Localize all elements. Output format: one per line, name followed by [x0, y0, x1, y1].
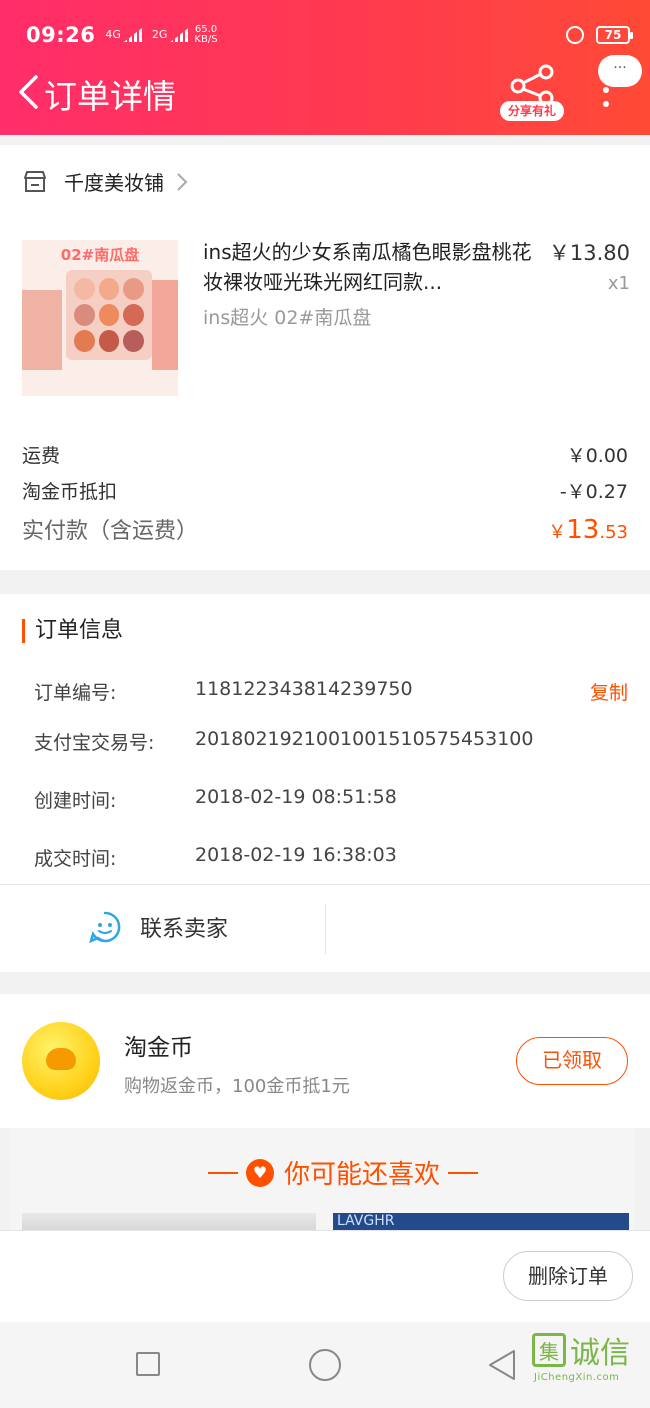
- shop-name: 千度美妆铺: [64, 171, 164, 195]
- divider: [0, 884, 650, 885]
- bottom-action-bar: 删除订单: [0, 1230, 650, 1322]
- product-quantity: x1: [607, 273, 630, 294]
- alipay-trade-row: 支付宝交易号: 2018021921001001510575453100: [34, 728, 628, 755]
- watermark-box: 集: [532, 1333, 566, 1367]
- watermark-url: JiChengXin.com: [534, 1372, 620, 1383]
- share-reward-label[interactable]: 分享有礼: [500, 101, 564, 121]
- chat-icon: [89, 911, 121, 944]
- more-vertical-icon[interactable]: [602, 86, 610, 110]
- battery-icon: 75: [596, 26, 633, 44]
- coin-title: 淘金币: [124, 1035, 193, 1061]
- product-image-label: 02#南瓜盘: [60, 246, 140, 264]
- fee-label: 运费: [22, 445, 61, 467]
- info-key: 创建时间:: [34, 790, 117, 812]
- payment-integer: 13: [566, 515, 600, 545]
- heart-icon: ♥: [246, 1158, 274, 1187]
- taobao-coin-card: 淘金币 购物返金币，100金币抵1元 已领取: [0, 994, 650, 1128]
- currency-symbol: ￥: [548, 522, 567, 543]
- app-header: 09:26 4G 2G 65.0 KB/S 75 订单详情 分享有礼 ···: [0, 0, 650, 135]
- product-price: ￥13.80: [548, 241, 630, 265]
- network-speed: 65.0 KB/S: [194, 25, 217, 45]
- chevron-right-icon: [177, 172, 188, 191]
- recommendation-section: ♥ 你可能还喜欢 LAVGHR: [0, 1128, 650, 1230]
- status-time: 09:26: [26, 23, 96, 47]
- back-arrow-icon[interactable]: [16, 74, 42, 110]
- system-navigation-bar: 集 诚信 JiChengXin.com: [0, 1322, 650, 1408]
- recommended-item-text: LAVGHR: [337, 1213, 395, 1229]
- created-time-row: 创建时间: 2018-02-19 08:51:58: [34, 786, 628, 813]
- section-title: 订单信息: [22, 619, 123, 643]
- fee-label: 淘金币抵扣: [22, 481, 118, 503]
- coin-icon: [22, 1022, 100, 1100]
- payment-label: 实付款（含运费）: [22, 519, 199, 544]
- copy-button[interactable]: 复制: [590, 678, 628, 705]
- signal-icon: [123, 28, 142, 42]
- shop-row[interactable]: 千度美妆铺: [22, 167, 188, 196]
- alipay-trade-number: 2018021921001001510575453100: [195, 728, 534, 750]
- fee-value: -￥0.27: [559, 481, 628, 503]
- watermark-logo: 集 诚信 JiChengXin.com: [532, 1328, 630, 1383]
- contact-seller-button[interactable]: 联系卖家: [88, 910, 228, 944]
- recent-apps-icon[interactable]: [136, 1352, 160, 1376]
- actual-payment-row: 实付款（含运费） ￥13.53: [22, 513, 628, 545]
- contact-seller-label: 联系卖家: [140, 917, 229, 942]
- created-time: 2018-02-19 08:51:58: [195, 786, 397, 808]
- recommendation-title-text: 你可能还喜欢: [284, 1160, 441, 1190]
- eyeshadow-palette: [66, 270, 152, 360]
- deal-time-row: 成交时间: 2018-02-19 16:38:03: [34, 844, 628, 871]
- watermark-text: 诚信: [570, 1336, 630, 1371]
- order-info-card: 订单信息 订单编号: 118122343814239750 复制 支付宝交易号:…: [0, 594, 650, 972]
- coin-description: 购物返金币，100金币抵1元: [124, 1076, 350, 1097]
- coin-deduction-row: 淘金币抵扣 -￥0.27: [22, 477, 628, 504]
- product-title[interactable]: ins超火的少女系南瓜橘色眼影盘桃花妆裸妆哑光珠光网红同款...: [203, 237, 533, 297]
- network-indicator: 4G: [105, 28, 121, 41]
- recommended-item[interactable]: LAVGHR: [333, 1213, 629, 1230]
- info-key: 支付宝交易号:: [34, 732, 155, 754]
- home-icon[interactable]: [309, 1349, 341, 1381]
- info-key: 订单编号:: [34, 682, 117, 704]
- order-number-row: 订单编号: 118122343814239750 复制: [34, 678, 628, 705]
- vertical-separator: [325, 904, 326, 954]
- shipping-fee-row: 运费 ￥0.00: [22, 441, 628, 468]
- back-triangle-icon[interactable]: [486, 1348, 518, 1382]
- signal-icon-2: [170, 28, 189, 42]
- delete-order-button[interactable]: 删除订单: [503, 1251, 633, 1301]
- info-key: 成交时间:: [34, 848, 117, 870]
- claimed-button[interactable]: 已领取: [516, 1037, 628, 1085]
- battery-level: 75: [604, 28, 622, 42]
- fee-value: ￥0.00: [566, 445, 628, 467]
- status-bar: 09:26 4G 2G 65.0 KB/S 75: [26, 20, 633, 50]
- payment-amount: ￥13.53: [548, 515, 628, 545]
- order-number: 118122343814239750: [195, 678, 413, 700]
- product-sku: ins超火 02#南瓜盘: [203, 307, 372, 329]
- order-product-card: 千度美妆铺 02#南瓜盘 ins超火的少女系南瓜橘色眼影盘桃花妆裸妆哑光珠光网红…: [0, 145, 650, 570]
- deal-time: 2018-02-19 16:38:03: [195, 844, 397, 866]
- network-indicator-2: 2G: [151, 28, 168, 41]
- more-bubble[interactable]: ···: [598, 55, 642, 87]
- network-speed-unit: KB/S: [194, 34, 218, 45]
- page-title: 订单详情: [44, 77, 176, 116]
- alarm-icon: [566, 26, 584, 44]
- store-icon: [24, 170, 46, 192]
- recommended-item[interactable]: [22, 1213, 316, 1230]
- payment-decimal: .53: [599, 522, 628, 543]
- product-image[interactable]: 02#南瓜盘: [22, 240, 178, 396]
- recommendation-title: ♥ 你可能还喜欢: [200, 1154, 486, 1191]
